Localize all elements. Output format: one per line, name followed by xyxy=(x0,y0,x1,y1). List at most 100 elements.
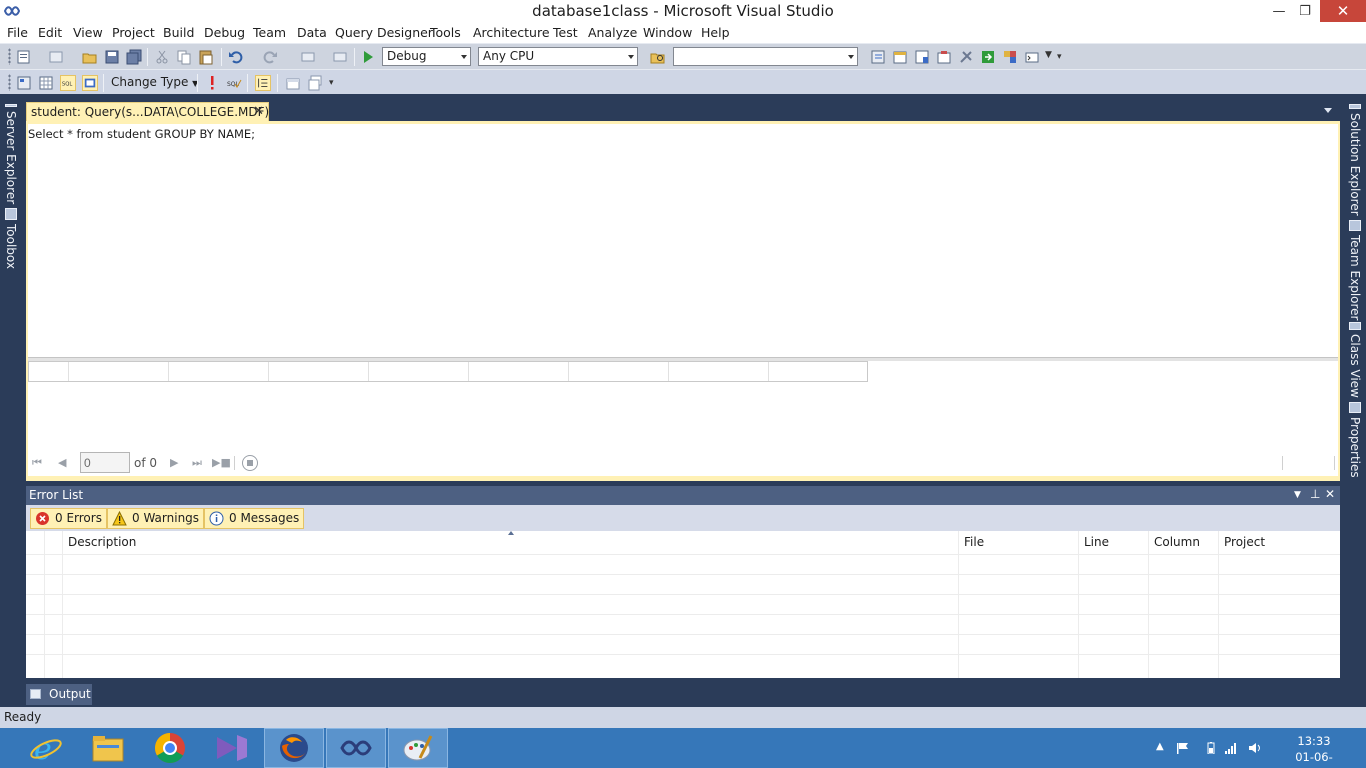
find-in-files-icon[interactable] xyxy=(650,49,666,65)
sql-text[interactable]: Select * from student GROUP BY NAME; xyxy=(28,127,255,141)
menu-test[interactable]: Test xyxy=(553,25,578,40)
toolbox-tab[interactable]: Toolbox xyxy=(2,208,20,274)
menu-tools[interactable]: Tools xyxy=(430,25,461,40)
close-panel-icon[interactable]: ✕ xyxy=(1325,487,1335,501)
toolbox-window-icon[interactable] xyxy=(936,49,952,65)
server-explorer-tab[interactable]: Server Explorer xyxy=(2,104,20,204)
save-all-icon[interactable] xyxy=(126,49,142,65)
taskbar-file-explorer[interactable] xyxy=(78,728,138,768)
execute-sql-icon[interactable] xyxy=(204,75,220,91)
column-header-file[interactable]: File xyxy=(964,535,984,549)
window-position-dropdown-icon[interactable]: ▼ xyxy=(1294,490,1301,500)
toolbar-overflow-icon[interactable]: ▾ xyxy=(1057,52,1062,62)
first-record-icon[interactable]: ⏮ xyxy=(32,456,42,470)
menu-query-designer[interactable]: Query Designer xyxy=(335,25,433,40)
menu-help[interactable]: Help xyxy=(701,25,730,40)
battery-icon[interactable] xyxy=(1204,742,1218,754)
menu-edit[interactable]: Edit xyxy=(38,25,62,40)
properties-window-icon[interactable] xyxy=(892,49,908,65)
action-center-flag-icon[interactable] xyxy=(1176,742,1190,754)
document-tab-query[interactable]: student: Query(s...DATA\COLLEGE.MDF) ✕ xyxy=(26,102,269,122)
messages-filter-button[interactable]: 0 Messages xyxy=(204,508,305,529)
menu-file[interactable]: File xyxy=(7,25,28,40)
copy-icon[interactable] xyxy=(176,49,192,65)
last-record-icon[interactable]: ⏭ xyxy=(192,456,202,470)
cut-icon[interactable] xyxy=(154,49,170,65)
network-signal-icon[interactable] xyxy=(1224,742,1238,754)
column-header-description[interactable]: Description xyxy=(68,535,136,549)
new-project-icon[interactable] xyxy=(16,49,32,65)
column-header-line[interactable]: Line xyxy=(1084,535,1109,549)
solution-configuration-select[interactable]: Debug xyxy=(382,47,471,66)
output-window-tab[interactable]: Output xyxy=(26,684,92,705)
chevron-down-icon[interactable]: ▼ xyxy=(1045,50,1052,60)
taskbar-chrome[interactable] xyxy=(140,728,200,768)
menu-team[interactable]: Team xyxy=(253,25,286,40)
show-results-pane-icon[interactable] xyxy=(82,75,98,91)
find-combo[interactable] xyxy=(673,47,858,66)
toolbar-overflow-icon[interactable]: ▾ xyxy=(329,78,334,88)
save-icon[interactable] xyxy=(104,49,120,65)
taskbar-visual-studio-active[interactable] xyxy=(326,728,386,768)
start-debugging-icon[interactable] xyxy=(360,49,376,65)
toolbar-grip[interactable] xyxy=(8,74,11,91)
sql-pane[interactable]: Select * from student GROUP BY NAME; xyxy=(28,124,1338,357)
next-record-icon[interactable]: ▶ xyxy=(170,456,178,469)
solution-explorer-icon[interactable] xyxy=(870,49,886,65)
show-diagram-pane-icon[interactable] xyxy=(16,75,32,91)
close-window-button[interactable]: ✕ xyxy=(1320,0,1366,22)
taskbar-paint[interactable] xyxy=(388,728,448,768)
menu-build[interactable]: Build xyxy=(163,25,194,40)
menu-project[interactable]: Project xyxy=(112,25,155,40)
stop-query-icon[interactable] xyxy=(242,455,258,471)
taskbar-firefox[interactable] xyxy=(264,728,324,768)
command-window-icon[interactable] xyxy=(1024,49,1040,65)
class-view-tab[interactable]: Class View xyxy=(1346,322,1364,398)
change-type-button[interactable]: Change Type ▼ xyxy=(111,75,198,89)
toolbar-grip[interactable] xyxy=(8,48,11,65)
class-view-icon[interactable] xyxy=(1002,49,1018,65)
open-file-icon[interactable] xyxy=(82,49,98,65)
auto-hide-pin-icon[interactable]: ⊥ xyxy=(1310,487,1320,501)
menu-analyze[interactable]: Analyze xyxy=(588,25,637,40)
add-table-icon[interactable] xyxy=(285,75,301,91)
menu-window[interactable]: Window xyxy=(643,25,692,40)
warnings-filter-button[interactable]: 0 Warnings xyxy=(107,508,205,529)
object-browser-icon[interactable] xyxy=(914,49,930,65)
taskbar-visual-studio[interactable] xyxy=(202,728,262,768)
close-tab-icon[interactable]: ✕ xyxy=(253,104,264,119)
show-criteria-pane-icon[interactable] xyxy=(38,75,54,91)
start-page-icon[interactable] xyxy=(980,49,996,65)
restore-button[interactable]: ❐ xyxy=(1290,0,1320,22)
taskbar-clock[interactable]: 13:33 01-06-2017 xyxy=(1282,733,1346,768)
show-hidden-icons-icon[interactable]: ▲ xyxy=(1156,741,1170,753)
menu-data[interactable]: Data xyxy=(297,25,327,40)
show-sql-pane-icon[interactable]: SQL xyxy=(60,75,76,91)
column-header-project[interactable]: Project xyxy=(1224,535,1265,549)
add-derived-table-icon[interactable] xyxy=(307,75,323,91)
solution-platform-select[interactable]: Any CPU xyxy=(478,47,638,66)
volume-icon[interactable] xyxy=(1248,742,1262,754)
tab-list-dropdown-icon[interactable] xyxy=(1324,108,1332,113)
navigate-backward-icon[interactable] xyxy=(300,49,316,65)
extension-manager-icon[interactable] xyxy=(958,49,974,65)
record-position-input[interactable] xyxy=(80,452,130,473)
paste-icon[interactable] xyxy=(198,49,214,65)
menu-view[interactable]: View xyxy=(73,25,103,40)
add-item-icon[interactable] xyxy=(48,49,64,65)
taskbar-internet-explorer[interactable]: e xyxy=(16,728,76,768)
column-header-column[interactable]: Column xyxy=(1154,535,1200,549)
redo-icon[interactable] xyxy=(262,49,278,65)
solution-explorer-tab[interactable]: Solution Explorer xyxy=(1346,104,1364,216)
new-record-icon[interactable]: ▶■ xyxy=(212,456,231,469)
undo-icon[interactable] xyxy=(228,49,244,65)
menu-debug[interactable]: Debug xyxy=(204,25,245,40)
properties-tab[interactable]: Properties xyxy=(1346,402,1364,478)
navigate-forward-icon[interactable] xyxy=(332,49,348,65)
team-explorer-tab[interactable]: Team Explorer xyxy=(1346,220,1364,320)
previous-record-icon[interactable]: ◀ xyxy=(58,456,66,469)
menu-architecture[interactable]: Architecture xyxy=(473,25,550,40)
group-by-icon[interactable] xyxy=(255,75,271,91)
errors-filter-button[interactable]: 0 Errors xyxy=(30,508,107,529)
verify-sql-icon[interactable]: SQL xyxy=(226,75,242,91)
